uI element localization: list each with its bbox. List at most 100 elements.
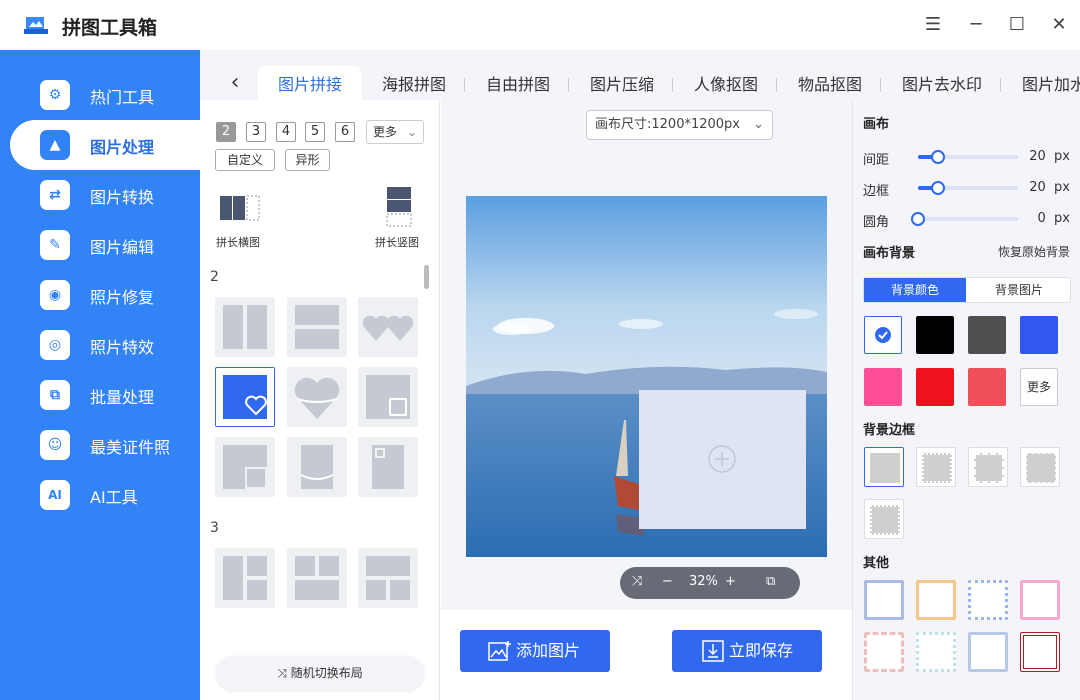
count-6-button[interactable]: 6 — [335, 122, 355, 142]
zoom-out-icon[interactable]: − — [662, 574, 673, 589]
count-2-button[interactable]: 2 — [216, 122, 236, 142]
layout-template[interactable] — [358, 548, 418, 608]
canvas-size-label: 画布尺寸:1200*1200px — [595, 117, 740, 132]
add-image-label: 添加图片 — [516, 641, 581, 660]
app-title: 拼图工具箱 — [62, 17, 158, 39]
tab-free-collage[interactable]: 自由拼图 — [486, 66, 550, 100]
sidebar-item-batch[interactable]: ⧉ 批量处理 — [10, 370, 200, 420]
layout-template[interactable] — [287, 437, 347, 497]
layout-template[interactable] — [287, 367, 347, 427]
tab-object-cutout[interactable]: 物品抠图 — [798, 66, 862, 100]
color-swatch-black[interactable] — [916, 316, 954, 354]
border-style-plain-selected[interactable] — [864, 447, 904, 487]
layout-template[interactable] — [215, 548, 275, 608]
long-vertical-label: 拼长竖图 — [375, 236, 419, 249]
bg-color-tab[interactable]: 背景颜色 — [864, 278, 966, 302]
save-button[interactable]: 立即保存 — [672, 630, 822, 672]
border-style-rough[interactable] — [1020, 447, 1060, 487]
fit-screen-icon[interactable]: ⧉ — [766, 574, 775, 589]
color-swatch-red[interactable] — [916, 368, 954, 406]
frame-template[interactable] — [864, 632, 904, 672]
close-icon[interactable]: ✕ — [1048, 14, 1070, 36]
minimize-icon[interactable]: ─ — [965, 14, 987, 36]
layout-template[interactable] — [358, 367, 418, 427]
sidebar-item-id-photo[interactable]: ☺ 最美证件照 — [10, 420, 200, 470]
layout-template[interactable] — [215, 437, 275, 497]
sidebar-item-label: 图片处理 — [90, 138, 155, 157]
layout-template[interactable] — [287, 297, 347, 357]
custom-layout-button[interactable]: 自定义 — [215, 149, 275, 171]
frame-template[interactable] — [916, 580, 956, 620]
gear-icon: ⚙ — [40, 80, 70, 110]
layout-template-selected[interactable] — [215, 367, 275, 427]
border-style-wave[interactable] — [864, 499, 904, 539]
border-style-zigzag[interactable] — [968, 447, 1008, 487]
border-slider-handle[interactable] — [931, 181, 945, 195]
canvas-size-select[interactable]: 画布尺寸:1200*1200px ⌄ — [586, 110, 773, 140]
border-style-stamp[interactable] — [916, 447, 956, 487]
count-5-button[interactable]: 5 — [305, 122, 325, 142]
back-arrow-icon[interactable]: ‹ — [220, 68, 250, 98]
long-vertical-button[interactable]: 拼长竖图 — [372, 186, 426, 252]
more-colors-button[interactable]: 更多 — [1020, 368, 1058, 406]
restore-bg-link[interactable]: 恢复原始背景 — [998, 243, 1070, 260]
sidebar-item-image-convert[interactable]: ⇄ 图片转换 — [10, 170, 200, 220]
tab-remove-watermark[interactable]: 图片去水印 — [902, 66, 982, 100]
download-icon — [702, 640, 724, 662]
more-count-dropdown[interactable]: 更多 ⌄ — [366, 120, 424, 144]
color-swatch-gray[interactable] — [968, 316, 1006, 354]
menu-icon[interactable]: ☰ — [922, 14, 944, 36]
frame-template[interactable] — [916, 632, 956, 672]
frame-template[interactable] — [1020, 580, 1060, 620]
bg-image-tab[interactable]: 背景图片 — [968, 278, 1070, 302]
image-batch-icon: ⧉ — [40, 380, 70, 410]
empty-image-slot[interactable] — [639, 390, 806, 529]
frame-template[interactable] — [1020, 632, 1060, 672]
tab-divider — [1000, 78, 1001, 92]
sidebar-item-image-edit[interactable]: ✎ 图片编辑 — [10, 220, 200, 270]
color-swatch-coral[interactable] — [968, 368, 1006, 406]
color-swatch-white-selected[interactable] — [864, 316, 902, 354]
random-layout-button[interactable]: ⤨ 随机切换布局 — [216, 656, 424, 690]
frame-template[interactable] — [968, 632, 1008, 672]
layout-template[interactable] — [215, 297, 275, 357]
sidebar-item-ai-tools[interactable]: AI AI工具 — [10, 470, 200, 520]
tab-image-stitch[interactable]: 图片拼接 — [258, 66, 362, 100]
layout-scrollbar[interactable] — [424, 265, 429, 289]
add-image-icon — [488, 641, 511, 661]
sidebar-item-photo-effects[interactable]: ◎ 照片特效 — [10, 320, 200, 370]
zoom-in-icon[interactable]: + — [725, 574, 736, 589]
random-layout-label: 随机切换布局 — [290, 666, 363, 680]
tab-add-watermark[interactable]: 图片加水 — [1022, 66, 1080, 100]
layout-template[interactable] — [287, 548, 347, 608]
canvas-bg-title: 画布背景 — [863, 246, 916, 261]
sidebar-item-photo-repair[interactable]: ◉ 照片修复 — [10, 270, 200, 320]
count-3-button[interactable]: 3 — [246, 122, 266, 142]
maximize-icon[interactable]: ☐ — [1006, 14, 1028, 36]
tab-portrait-cutout[interactable]: 人像抠图 — [694, 66, 758, 100]
tab-image-compress[interactable]: 图片压缩 — [590, 66, 654, 100]
count-4-button[interactable]: 4 — [276, 122, 296, 142]
sidebar-item-label: 照片特效 — [90, 338, 155, 357]
sidebar-item-image-processing[interactable]: ▲ 图片处理 — [10, 120, 200, 170]
layout-template[interactable] — [358, 437, 418, 497]
color-swatch-pink[interactable] — [864, 368, 902, 406]
layout-template[interactable] — [358, 297, 418, 357]
color-swatch-blue[interactable] — [1020, 316, 1058, 354]
spacing-slider-handle[interactable] — [931, 150, 945, 164]
shuffle-icon[interactable]: ⤨ — [632, 574, 642, 589]
ai-icon: AI — [40, 480, 70, 510]
tab-poster-collage[interactable]: 海报拼图 — [382, 66, 446, 100]
frame-template[interactable] — [968, 580, 1008, 620]
radius-slider-handle[interactable] — [911, 212, 925, 226]
sidebar-item-hot-tools[interactable]: ⚙ 热门工具 — [10, 70, 200, 120]
canvas-section-title: 画布 — [863, 117, 890, 132]
sidebar-item-label: 批量处理 — [90, 388, 155, 407]
long-horizontal-button[interactable]: 拼长横图 — [216, 192, 266, 252]
image-convert-icon: ⇄ — [40, 180, 70, 210]
radius-slider[interactable] — [918, 217, 1018, 221]
special-shape-button[interactable]: 异形 — [285, 149, 330, 171]
frame-template[interactable] — [864, 580, 904, 620]
tab-divider — [568, 78, 569, 92]
add-image-button[interactable]: 添加图片 — [460, 630, 610, 672]
